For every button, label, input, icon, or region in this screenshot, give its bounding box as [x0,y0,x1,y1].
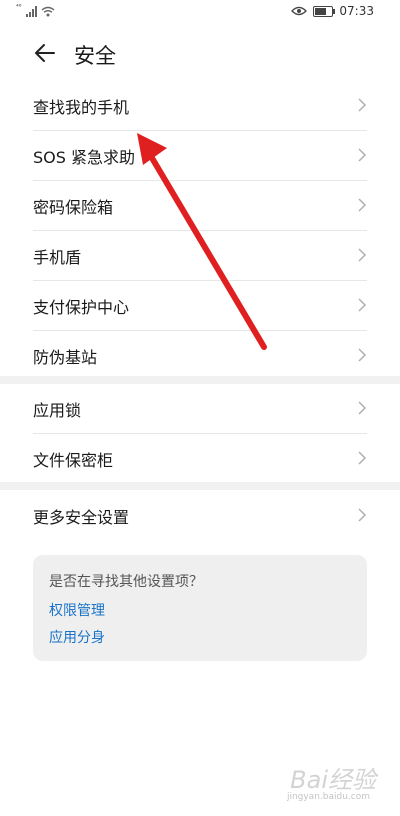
status-time: 07:33 [339,4,374,18]
menu-item-label: 文件保密柜 [33,451,114,470]
app-bar: 安全 [0,30,400,80]
chevron-right-icon [358,508,367,522]
suggestion-question: 是否在寻找其他设置项？ [49,574,203,590]
security-group-3: 更多安全设置 [0,491,400,540]
wifi-icon [41,6,55,17]
menu-item-label: 密码保险箱 [33,198,114,217]
status-bar: ⁴⁶ 07:33 [0,0,400,26]
section-divider [0,376,400,384]
menu-item-label: 支付保护中心 [33,298,130,317]
section-divider [0,482,400,490]
link-app-twin[interactable]: 应用分身 [49,627,105,647]
menu-item-password-vault[interactable]: 密码保险箱 [33,181,367,231]
menu-item-find-my-phone[interactable]: 查找我的手机 [33,81,367,131]
status-left: ⁴⁶ [16,3,55,17]
chevron-right-icon [358,401,367,415]
chevron-right-icon [358,298,367,312]
eye-icon [291,6,308,16]
signal-icon [25,5,37,17]
chevron-right-icon [358,451,367,465]
menu-item-payment-protection[interactable]: 支付保护中心 [33,281,367,331]
link-permission-management[interactable]: 权限管理 [49,600,105,620]
chevron-right-icon [358,148,367,162]
battery-icon [313,5,336,17]
security-group-2: 应用锁 文件保密柜 [0,384,400,483]
chevron-right-icon [358,348,367,362]
menu-item-phone-shield[interactable]: 手机盾 [33,231,367,281]
status-right: 07:33 [291,4,374,18]
watermark-url: jingyan.baidu.com [286,792,370,802]
menu-item-label: SOS 紧急求助 [33,148,135,167]
chevron-right-icon [358,98,367,112]
suggestion-card: 是否在寻找其他设置项？ 权限管理 应用分身 [33,555,367,661]
watermark-logo: Bai经验 [290,766,376,794]
menu-item-more-security-settings[interactable]: 更多安全设置 [33,491,367,540]
menu-item-app-lock[interactable]: 应用锁 [33,384,367,434]
menu-item-label: 手机盾 [33,248,82,267]
menu-item-fake-base-station[interactable]: 防伪基站 [33,331,367,380]
menu-item-file-safe[interactable]: 文件保密柜 [33,434,367,483]
menu-item-label: 查找我的手机 [33,98,130,117]
menu-item-label: 防伪基站 [33,348,98,367]
arrow-left-icon[interactable] [32,40,58,66]
chevron-right-icon [358,198,367,212]
network-type-label: ⁴⁶ [16,3,22,11]
menu-item-label: 应用锁 [33,401,82,420]
menu-item-sos[interactable]: SOS 紧急求助 [33,131,367,181]
menu-item-label: 更多安全设置 [33,508,130,527]
chevron-right-icon [358,248,367,262]
security-group-1: 查找我的手机 SOS 紧急求助 密码保险箱 手机盾 支付保护中心 防伪基站 [0,81,400,380]
page-title: 安全 [74,44,116,68]
